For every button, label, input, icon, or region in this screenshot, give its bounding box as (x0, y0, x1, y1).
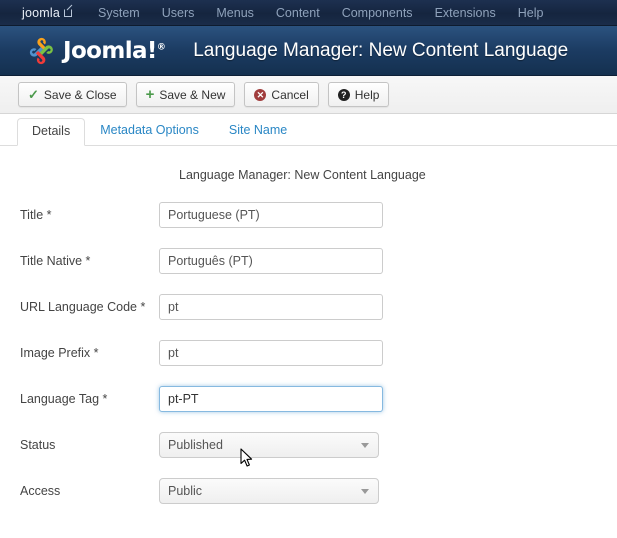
nav-item-users[interactable]: Users (162, 6, 195, 20)
label-status: Status (20, 438, 56, 452)
details-form: Language Manager: New Content Language T… (0, 146, 617, 504)
control-title-native (159, 248, 617, 274)
joomla-logo-icon (28, 36, 58, 66)
brand-joomla-link[interactable]: joomla (22, 5, 73, 20)
label-url-language-code: URL Language Code * (20, 300, 146, 314)
nav-item-components[interactable]: Components (342, 6, 413, 20)
nav-item-help[interactable]: Help (518, 6, 544, 20)
plus-icon: + (145, 86, 155, 103)
field-row-language-tag: Language Tag * (0, 386, 617, 412)
check-icon: ✓ (28, 87, 39, 102)
label-image-prefix: Image Prefix * (20, 346, 99, 360)
access-select[interactable]: Public (159, 478, 379, 504)
joomla-logo-text: Joomla!® (63, 37, 166, 64)
field-row-url-language-code: URL Language Code * (0, 294, 617, 320)
joomla-logo: Joomla!® (28, 36, 166, 66)
label-access: Access (20, 484, 61, 498)
access-select-value: Public (168, 484, 203, 498)
title-input[interactable] (159, 202, 383, 228)
status-select[interactable]: Published (159, 432, 379, 458)
nav-item-menus[interactable]: Menus (216, 6, 254, 20)
save-and-new-button[interactable]: + Save & New (135, 82, 236, 107)
top-nav-items: System Users Menus Content Components Ex… (98, 6, 543, 20)
external-link-icon (64, 8, 73, 17)
cancel-label: Cancel (271, 87, 309, 102)
help-label: Help (354, 87, 380, 102)
field-row-title: Title * (0, 202, 617, 228)
joomla-logo-registered: ® (156, 41, 166, 52)
label-language-tag: Language Tag * (20, 392, 108, 406)
control-status: Published (159, 432, 617, 458)
chevron-down-icon (361, 443, 369, 448)
tab-site-name[interactable]: Site Name (214, 117, 302, 145)
label-title: Title * (20, 208, 52, 222)
url-language-code-input[interactable] (159, 294, 383, 320)
control-url-language-code (159, 294, 617, 320)
help-icon: ? (337, 88, 350, 101)
nav-item-extensions[interactable]: Extensions (435, 6, 496, 20)
cancel-button[interactable]: ✕ Cancel (244, 82, 319, 107)
page-header: Joomla!® Language Manager: New Content L… (0, 26, 617, 76)
nav-item-content[interactable]: Content (276, 6, 320, 20)
tab-bar: Details Metadata Options Site Name (0, 114, 617, 146)
field-row-access: Access Public (0, 478, 617, 504)
toolbar: ✓ Save & Close + Save & New ✕ Cancel ? H… (0, 76, 617, 114)
form-subtitle: Language Manager: New Content Language (179, 168, 426, 182)
brand-label: joomla (22, 5, 61, 20)
field-row-image-prefix: Image Prefix * (0, 340, 617, 366)
page-title: Language Manager: New Content Language (193, 39, 569, 61)
save-and-close-label: Save & Close (43, 87, 117, 102)
nav-item-system[interactable]: System (98, 6, 140, 20)
language-tag-input[interactable] (159, 386, 383, 412)
label-title-native: Title Native * (20, 254, 91, 268)
admin-top-nav: joomla System Users Menus Content Compon… (0, 0, 617, 26)
cancel-icon: ✕ (254, 88, 267, 101)
control-title (159, 202, 617, 228)
tab-metadata-options[interactable]: Metadata Options (85, 117, 214, 145)
field-row-status: Status Published (0, 432, 617, 458)
joomla-logo-word: Joomla! (63, 37, 157, 64)
control-access: Public (159, 478, 617, 504)
help-button[interactable]: ? Help (327, 82, 390, 107)
save-and-new-label: Save & New (159, 87, 226, 102)
field-row-title-native: Title Native * (0, 248, 617, 274)
status-select-value: Published (168, 438, 223, 452)
chevron-down-icon (361, 489, 369, 494)
tab-details[interactable]: Details (17, 118, 86, 146)
control-image-prefix (159, 340, 617, 366)
title-native-input[interactable] (159, 248, 383, 274)
save-and-close-button[interactable]: ✓ Save & Close (18, 82, 127, 107)
image-prefix-input[interactable] (159, 340, 383, 366)
control-language-tag (159, 386, 617, 412)
